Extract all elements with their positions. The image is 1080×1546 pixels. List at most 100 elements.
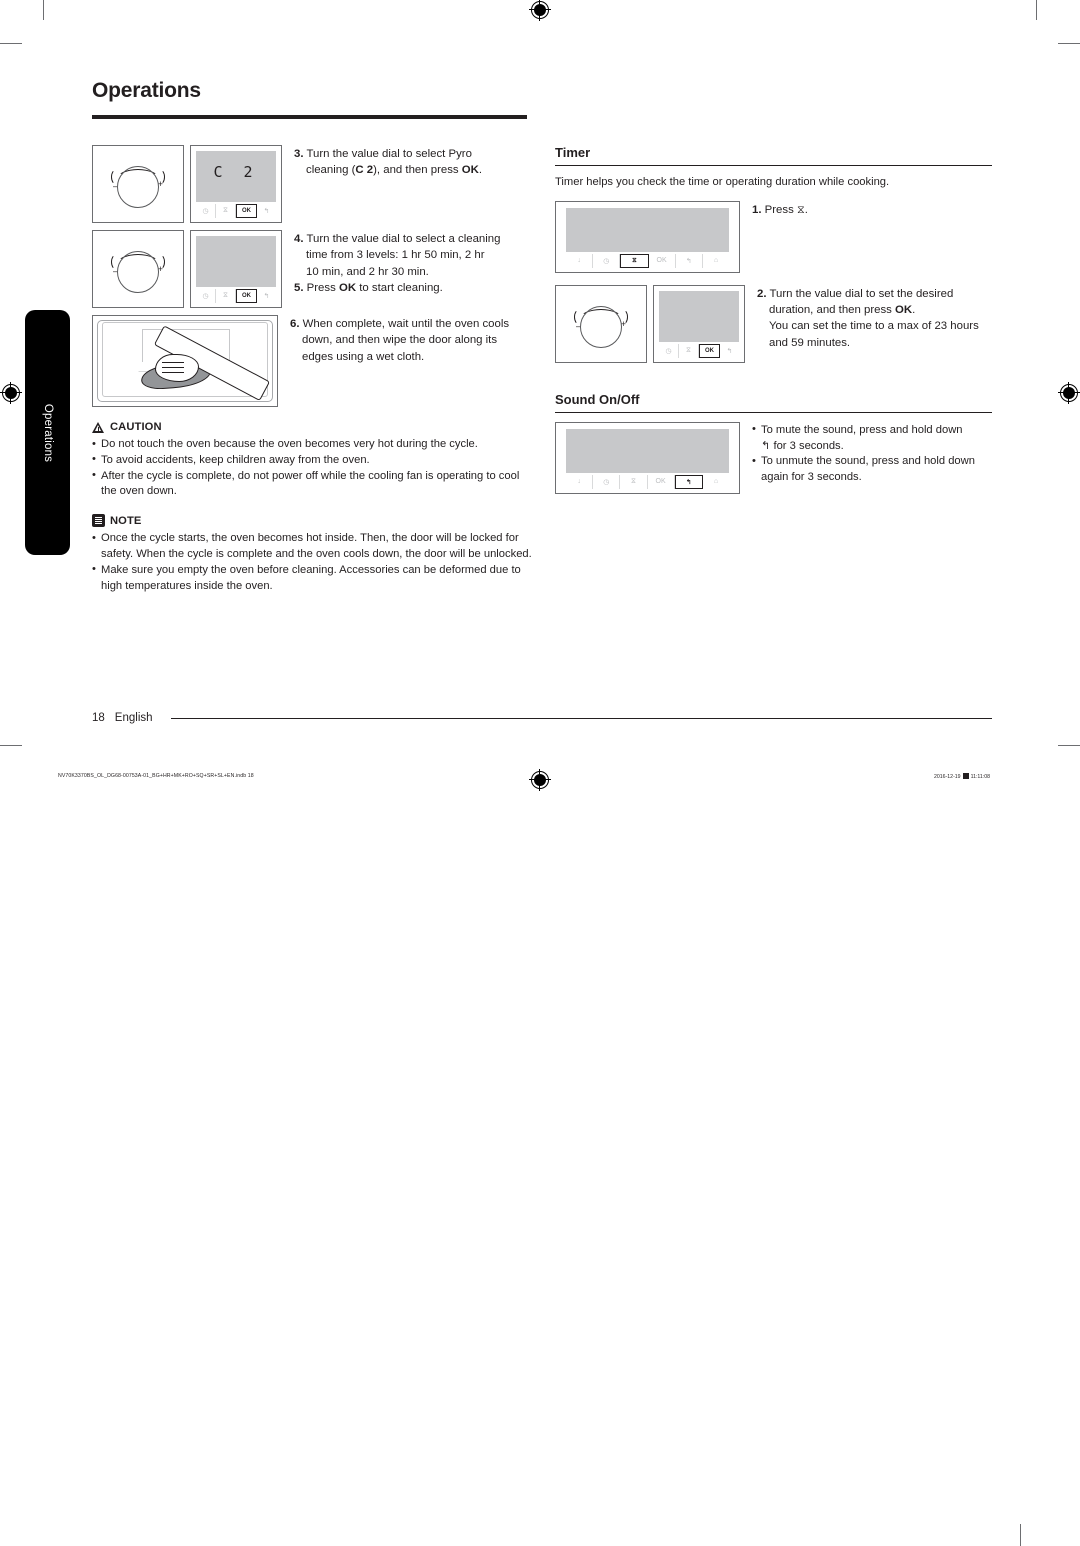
clock-key: ◷ xyxy=(659,343,679,358)
chapter-side-tab-label: Operations xyxy=(41,403,54,462)
sound-text: To mute the sound, press and hold down↰ … xyxy=(752,422,992,486)
panel-key-row: ◷ ⧖ OK ↰ xyxy=(196,204,276,218)
step-5-number: 5. xyxy=(294,281,304,294)
page-content: Operations – + C 2 ◷ ⧖ OK ↰ 3. Turn the … xyxy=(92,80,992,730)
step-row-4: – + ◷ ⧖ OK ↰ 4. Turn the value dial to s… xyxy=(92,230,532,308)
panel-key-row: ◷ ⧖ OK ↰ xyxy=(196,289,276,303)
timer-step-2-text: 2. Turn the value dial to set the desire… xyxy=(757,285,992,351)
down-key: ↓ xyxy=(566,253,594,268)
lock-key: ⌂ xyxy=(713,478,719,486)
step-3-text: 3. Turn the value dial to select Pyro cl… xyxy=(294,145,532,179)
sound-section-rule xyxy=(555,411,992,413)
chapter-side-tab: Operations xyxy=(25,310,70,555)
lock-key: ⌂ xyxy=(713,257,719,265)
crop-mark-br-h xyxy=(1058,745,1080,746)
step-6-line-3: edges using a wet cloth. xyxy=(302,350,425,363)
note-item: Make sure you empty the oven before clea… xyxy=(92,562,532,595)
caution-item: To avoid accidents, keep children away f… xyxy=(92,452,532,469)
step-6-number: 6. xyxy=(290,318,300,330)
timer-intro-text: Timer helps you check the time or operat… xyxy=(555,176,890,188)
note-label: NOTE xyxy=(110,514,142,527)
manual-page: Operations Operations – + C 2 ◷ ⧖ OK ↰ 3… xyxy=(0,0,1080,1546)
timer-key-icon: ⧖ xyxy=(796,203,805,216)
down-key: ↓ xyxy=(566,474,594,489)
timer-key: ⧖ xyxy=(679,343,699,358)
clock-key: ◷ xyxy=(593,253,621,268)
caution-item: After the cycle is complete, do not powe… xyxy=(92,468,532,501)
dial-illustration: – + xyxy=(555,284,647,363)
page-language: English xyxy=(114,712,153,724)
title-rule xyxy=(92,115,527,119)
clock-key: ◷ xyxy=(196,204,216,218)
sound-section-title: Sound On/Off xyxy=(555,391,640,407)
timer-step-1-text: 1. Press ⧖. xyxy=(752,201,992,218)
registration-mark-left xyxy=(0,382,22,404)
step-6-line-1: 6. When complete, wait until the oven co… xyxy=(290,316,532,332)
sound-figures: ↓ ◷ ⧖ OK ↰ ⌂ xyxy=(555,421,740,494)
timer-step-2-line-3: You can set the time to a max of 23 hour… xyxy=(769,320,979,333)
step-3-number: 3. xyxy=(294,148,304,160)
step-4-line-2: time from 3 levels: 1 hr 50 min, 2 hr xyxy=(306,249,485,262)
control-panel-illustration-back: ↓ ◷ ⧖ OK ↰ ⌂ xyxy=(555,421,740,494)
sound-item: To unmute the sound, press and hold down… xyxy=(752,454,992,486)
timer-step-row-2: – + ◷ ⧖ OK ↰ 2. Turn the value dial to s… xyxy=(555,284,992,363)
page-title: Operations xyxy=(92,79,201,102)
note-list: Once the cycle starts, the oven becomes … xyxy=(92,531,532,594)
ok-key: OK xyxy=(648,474,675,489)
print-footer: NV70K3370BS_OL_DG68-00753A-01_BG+HR+MK+R… xyxy=(0,760,1080,1546)
panel-display xyxy=(566,428,729,473)
step-4-line-1: 4. Turn the value dial to select a clean… xyxy=(294,231,532,247)
step-row-3: – + C 2 ◷ ⧖ OK ↰ 3. Turn the value dial … xyxy=(92,145,532,223)
step-4-text: 4. Turn the value dial to select a clean… xyxy=(294,230,532,296)
timer-key: ⧖ xyxy=(620,474,648,489)
ok-key: OK xyxy=(699,343,720,358)
print-footer-timestamp: 2016-12-19 11:11:08 xyxy=(934,773,990,780)
oven-wipe-illustration xyxy=(92,315,278,407)
caution-item: Do not touch the oven because the oven b… xyxy=(92,437,532,453)
print-footer-filename: NV70K3370BS_OL_DG68-00753A-01_BG+HR+MK+R… xyxy=(58,773,254,779)
step-3-line-1: 3. Turn the value dial to select Pyro xyxy=(294,146,532,162)
crop-mark-tl-h xyxy=(0,43,22,44)
control-panel-illustration-ok: ◷ ⧖ OK ↰ xyxy=(653,284,745,363)
back-key: ↰ xyxy=(674,474,703,489)
dial-knob-icon xyxy=(580,305,622,348)
step-6-text: 6. When complete, wait until the oven co… xyxy=(290,315,532,365)
step-6-line-2: down, and then wipe the door along its xyxy=(302,334,498,347)
control-panel-illustration-c2: C 2 ◷ ⧖ OK ↰ xyxy=(190,145,282,223)
print-footer-date: 2016-12-19 xyxy=(934,774,961,780)
panel-key-row: ↓ ◷ ⧖ OK ↰ ⌂ xyxy=(566,474,729,489)
clock-icon xyxy=(962,773,969,779)
step-3-line-2: cleaning (C 2), and then press OK. xyxy=(306,164,483,177)
caution-label: CAUTION xyxy=(110,421,162,433)
crop-mark-tr-h xyxy=(1058,43,1080,44)
control-panel-illustration-ok: ◷ ⧖ OK ↰ xyxy=(190,230,282,308)
panel-key-row: ↓ ◷ ⧖ OK ↰ ⌂ xyxy=(566,253,729,268)
step-3-figures: – + C 2 ◷ ⧖ OK ↰ xyxy=(92,145,282,223)
back-key: ↰ xyxy=(726,347,733,355)
right-column: Timer Timer helps you check the time or … xyxy=(555,145,992,501)
step-row-6: 6. When complete, wait until the oven co… xyxy=(92,315,532,407)
crop-mark-tl-v xyxy=(43,0,44,20)
print-footer-divider xyxy=(1020,1524,1021,1546)
page-footer: 18 English xyxy=(92,712,992,724)
step-6-figures xyxy=(92,315,278,407)
note-item: Once the cycle starts, the oven becomes … xyxy=(92,531,532,563)
step-6-line-1-text: When complete, wait until the oven cools xyxy=(302,318,510,330)
caution-list: Do not touch the oven because the oven b… xyxy=(92,437,532,500)
back-key: ↰ xyxy=(676,253,703,268)
panel-display-value: C 2 xyxy=(213,163,259,182)
step-4-figures: – + ◷ ⧖ OK ↰ xyxy=(92,230,282,308)
registration-mark-top xyxy=(529,0,551,21)
dial-illustration: – + xyxy=(92,230,184,308)
panel-display xyxy=(659,290,739,342)
back-key: ↰ xyxy=(263,208,270,215)
dial-knob-icon xyxy=(117,251,159,294)
left-column: – + C 2 ◷ ⧖ OK ↰ 3. Turn the value dial … xyxy=(92,145,532,594)
step-5-line-1: 5. Press OK to start cleaning. xyxy=(294,281,443,294)
clock-key: ◷ xyxy=(196,289,216,303)
registration-mark-right xyxy=(1058,382,1080,404)
panel-display xyxy=(566,207,729,252)
step-3-line-1-text: Turn the value dial to select Pyro xyxy=(306,148,472,160)
timer-step-2-line-1-text: Turn the value dial to set the desired xyxy=(769,287,954,300)
step-4-line-1-text: Turn the value dial to select a cleaning xyxy=(306,233,501,245)
